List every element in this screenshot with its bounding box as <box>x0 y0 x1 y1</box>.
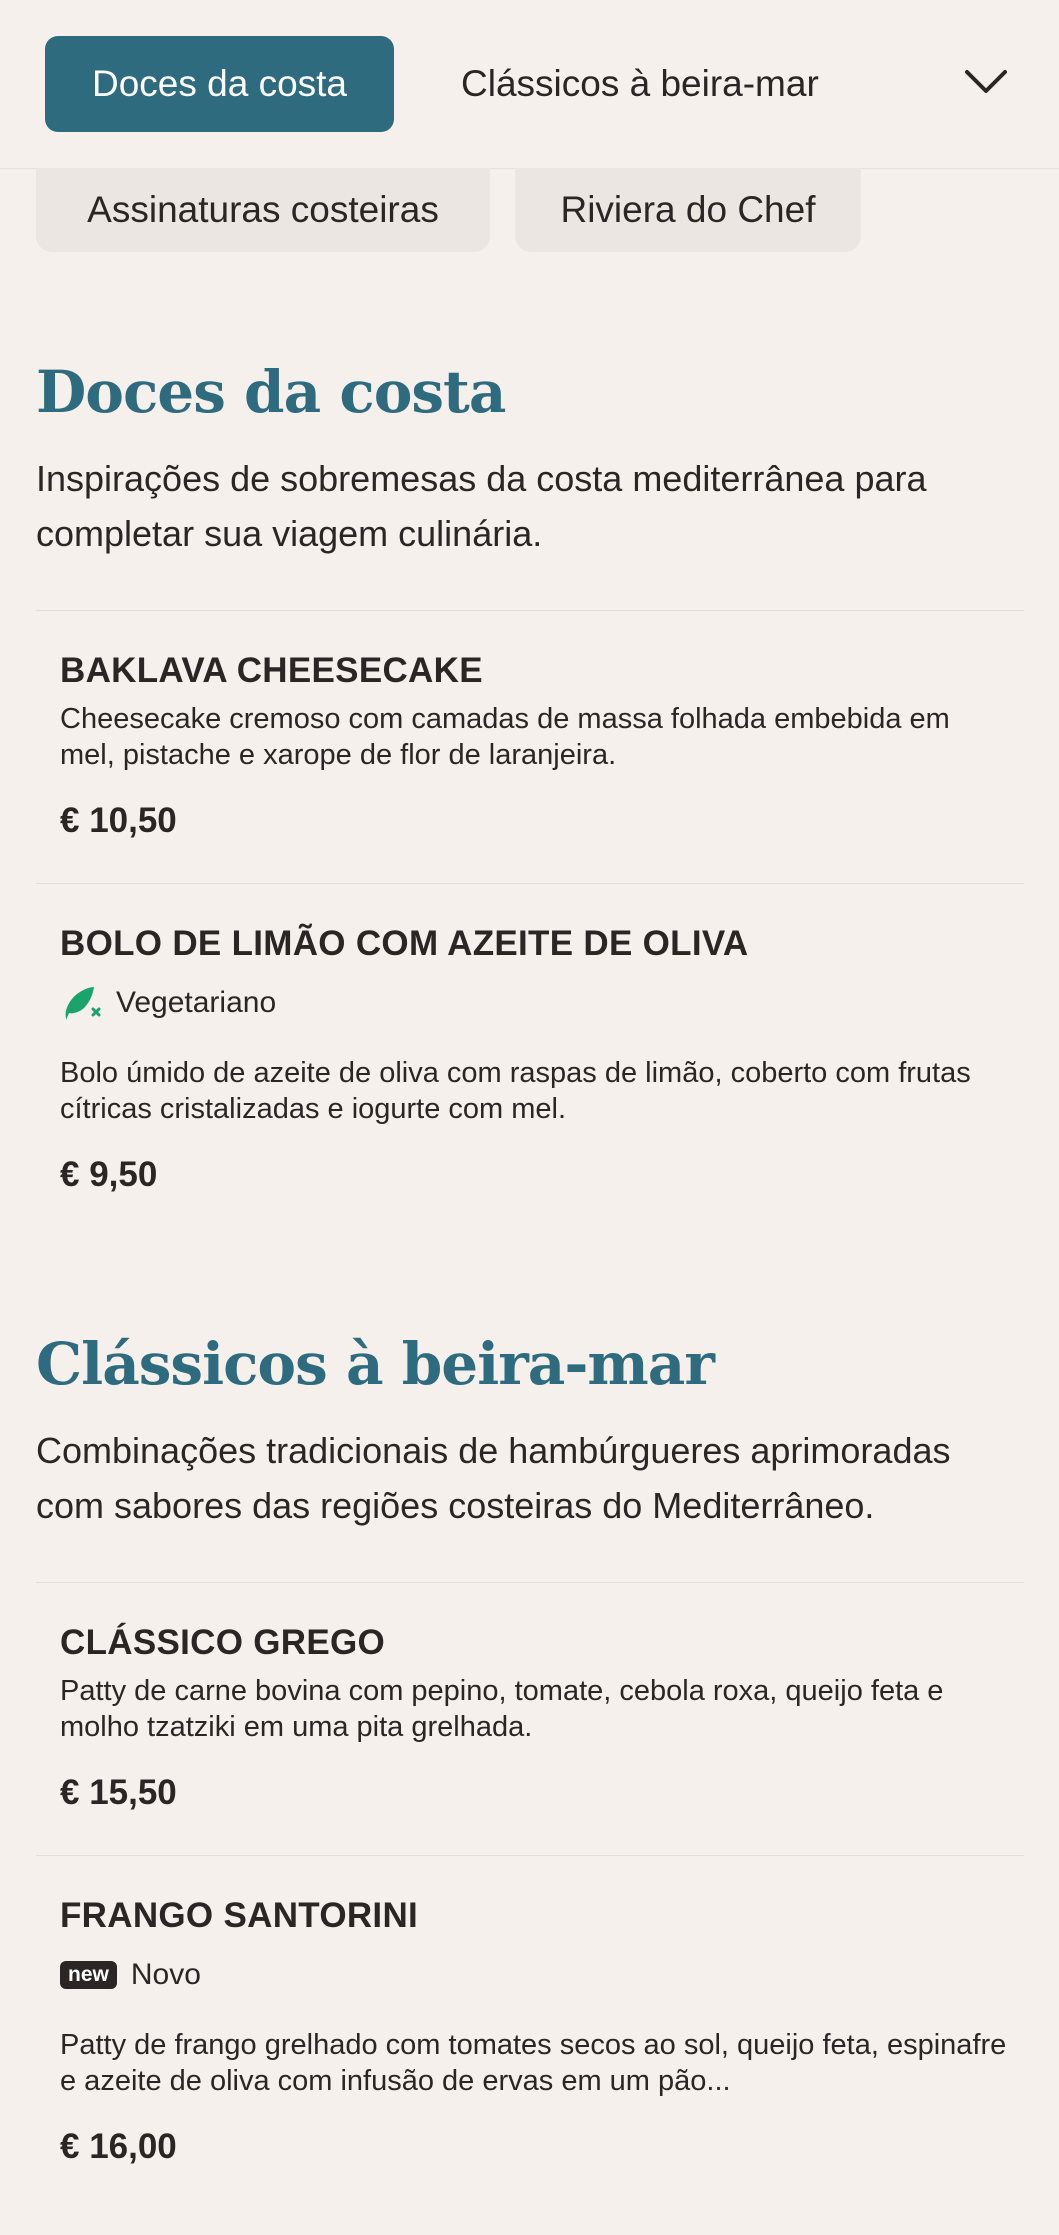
new-tag: new Novo <box>60 1955 201 1995</box>
menu-item-price: € 16,00 <box>60 2127 177 2166</box>
section-title: Doces da costa <box>36 358 506 426</box>
pill-assinaturas-costeiras[interactable]: Assinaturas costeiras <box>36 168 490 252</box>
menu-item-title[interactable]: BAKLAVA CHEESECAKE <box>60 651 483 691</box>
section-description: Combinações tradicionais de hambúrgueres… <box>36 1430 951 1526</box>
menu-item-title[interactable]: CLÁSSICO GREGO <box>60 1623 385 1663</box>
menu-item-description: Bolo úmido de azeite de oliva com raspas… <box>60 1057 971 1125</box>
section-title: Clássicos à beira-mar <box>36 1330 715 1398</box>
menu-item-description: Patty de frango grelhado com tomates sec… <box>60 2029 1007 2097</box>
menu-item-price: € 9,50 <box>60 1155 158 1194</box>
tab-classicos-a-beira-mar[interactable]: Clássicos à beira-mar <box>461 36 819 132</box>
tab-doces-da-costa[interactable]: Doces da costa <box>45 36 394 132</box>
menu-item-title[interactable]: BOLO DE LIMÃO COM AZEITE DE OLIVA <box>60 924 749 964</box>
new-badge-icon: new <box>60 1961 117 1989</box>
menu-item-price: € 10,50 <box>60 801 177 840</box>
divider <box>36 610 1024 611</box>
divider <box>36 1855 1024 1856</box>
category-nav-bar: Doces da costa Clássicos à beira-mar <box>0 0 1059 169</box>
pill-riviera-do-chef[interactable]: Riviera do Chef <box>515 168 861 252</box>
vegetarian-tag: Vegetariano <box>60 983 276 1023</box>
divider <box>36 1582 1024 1583</box>
menu-item-price: € 15,50 <box>60 1773 177 1812</box>
menu-item-description: Patty de carne bovina com pepino, tomate… <box>60 1675 944 1743</box>
menu-item-description: Cheesecake cremoso com camadas de massa … <box>60 703 950 771</box>
menu-item-title[interactable]: FRANGO SANTORINI <box>60 1896 418 1936</box>
chevron-down-icon[interactable] <box>962 62 1010 102</box>
tag-label: Vegetariano <box>116 986 277 1019</box>
divider <box>36 883 1024 884</box>
section-description: Inspirações de sobremesas da costa medit… <box>36 458 927 554</box>
tag-label: Novo <box>130 1958 201 1991</box>
vegetarian-leaf-icon <box>60 984 102 1022</box>
